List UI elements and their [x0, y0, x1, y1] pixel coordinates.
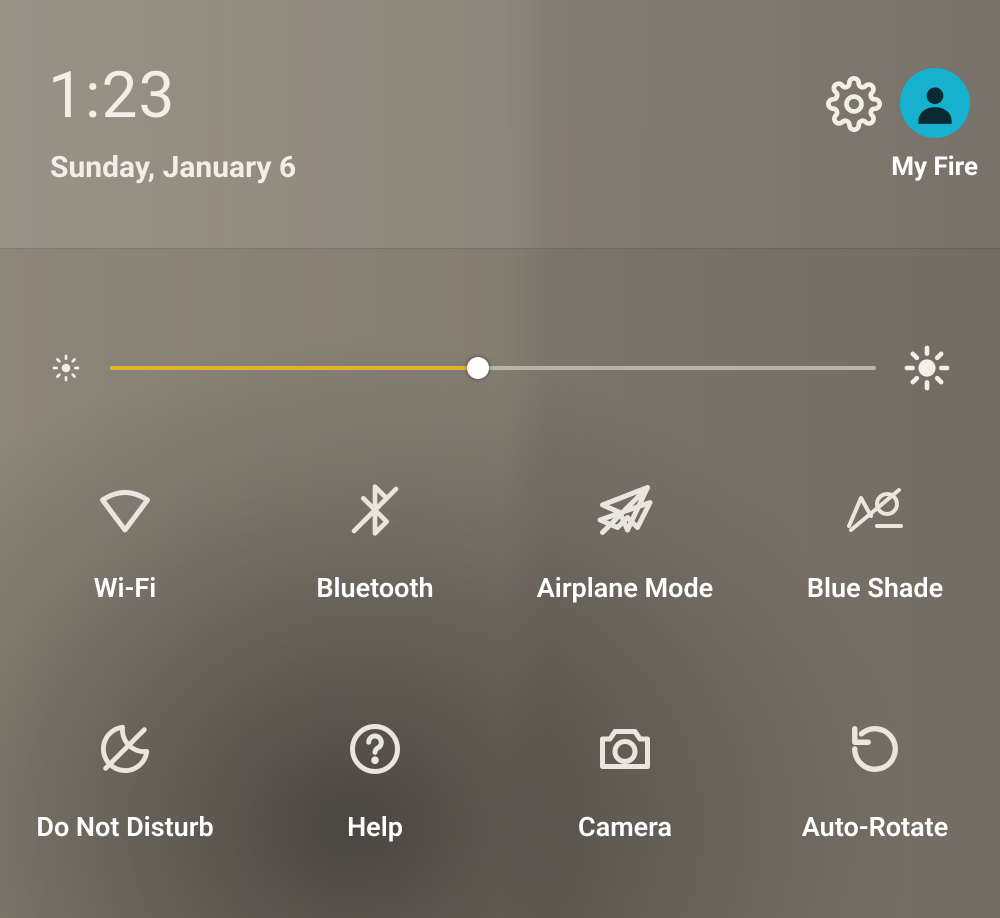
quick-tiles-grid: Wi-Fi Bluetooth Airplane Mode [0, 440, 1000, 918]
user-profile-button[interactable] [900, 68, 970, 138]
clock-time: 1:23 [48, 58, 175, 133]
tile-label: Camera [578, 811, 672, 845]
quick-settings-panel: 1:23 Sunday, January 6 My Fire [0, 0, 1000, 918]
status-header: 1:23 Sunday, January 6 My Fire [0, 0, 1000, 249]
gear-icon [826, 76, 882, 132]
tile-wifi[interactable]: Wi-Fi [0, 440, 250, 679]
tile-help[interactable]: Help [250, 679, 500, 918]
help-icon [343, 717, 407, 781]
blue-shade-off-icon [843, 478, 907, 542]
brightness-fill [110, 366, 478, 370]
brightness-thumb[interactable] [467, 357, 489, 379]
tile-label: Do Not Disturb [36, 811, 213, 845]
tile-do-not-disturb[interactable]: Do Not Disturb [0, 679, 250, 918]
brightness-high-icon [904, 345, 950, 391]
wifi-icon [93, 478, 157, 542]
bluetooth-off-icon [343, 478, 407, 542]
brightness-slider[interactable] [50, 338, 950, 398]
airplane-off-icon [593, 478, 657, 542]
tile-bluetooth[interactable]: Bluetooth [250, 440, 500, 679]
tile-label: Auto-Rotate [802, 811, 948, 845]
tile-blue-shade[interactable]: Blue Shade [750, 440, 1000, 679]
tile-camera[interactable]: Camera [500, 679, 750, 918]
tile-label: Airplane Mode [537, 572, 713, 606]
tile-airplane-mode[interactable]: Airplane Mode [500, 440, 750, 679]
tile-auto-rotate[interactable]: Auto-Rotate [750, 679, 1000, 918]
tile-label: Bluetooth [316, 572, 433, 606]
tile-label: Wi-Fi [94, 572, 156, 606]
camera-icon [593, 717, 657, 781]
rotate-icon [843, 717, 907, 781]
brightness-track[interactable] [110, 366, 876, 370]
person-icon [910, 78, 960, 128]
dnd-off-icon [93, 717, 157, 781]
tile-label: Blue Shade [807, 572, 943, 606]
clock-date: Sunday, January 6 [50, 150, 296, 185]
brightness-low-icon [50, 352, 82, 384]
settings-button[interactable] [826, 76, 882, 132]
tile-label: Help [347, 811, 403, 845]
user-profile-label: My Fire [891, 152, 978, 182]
